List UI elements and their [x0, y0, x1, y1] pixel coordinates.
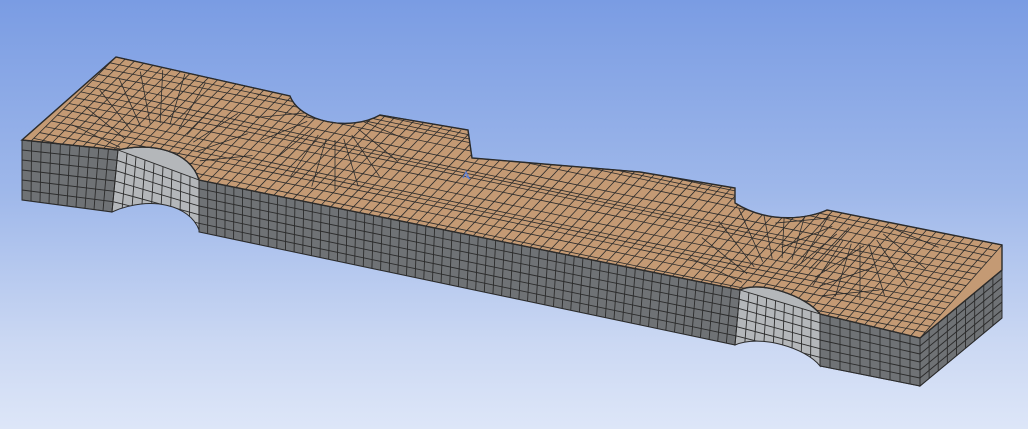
graphics-viewport[interactable]: [0, 0, 1028, 429]
left-end-face: [21, 139, 119, 213]
mesh-model-view[interactable]: [0, 0, 1028, 429]
